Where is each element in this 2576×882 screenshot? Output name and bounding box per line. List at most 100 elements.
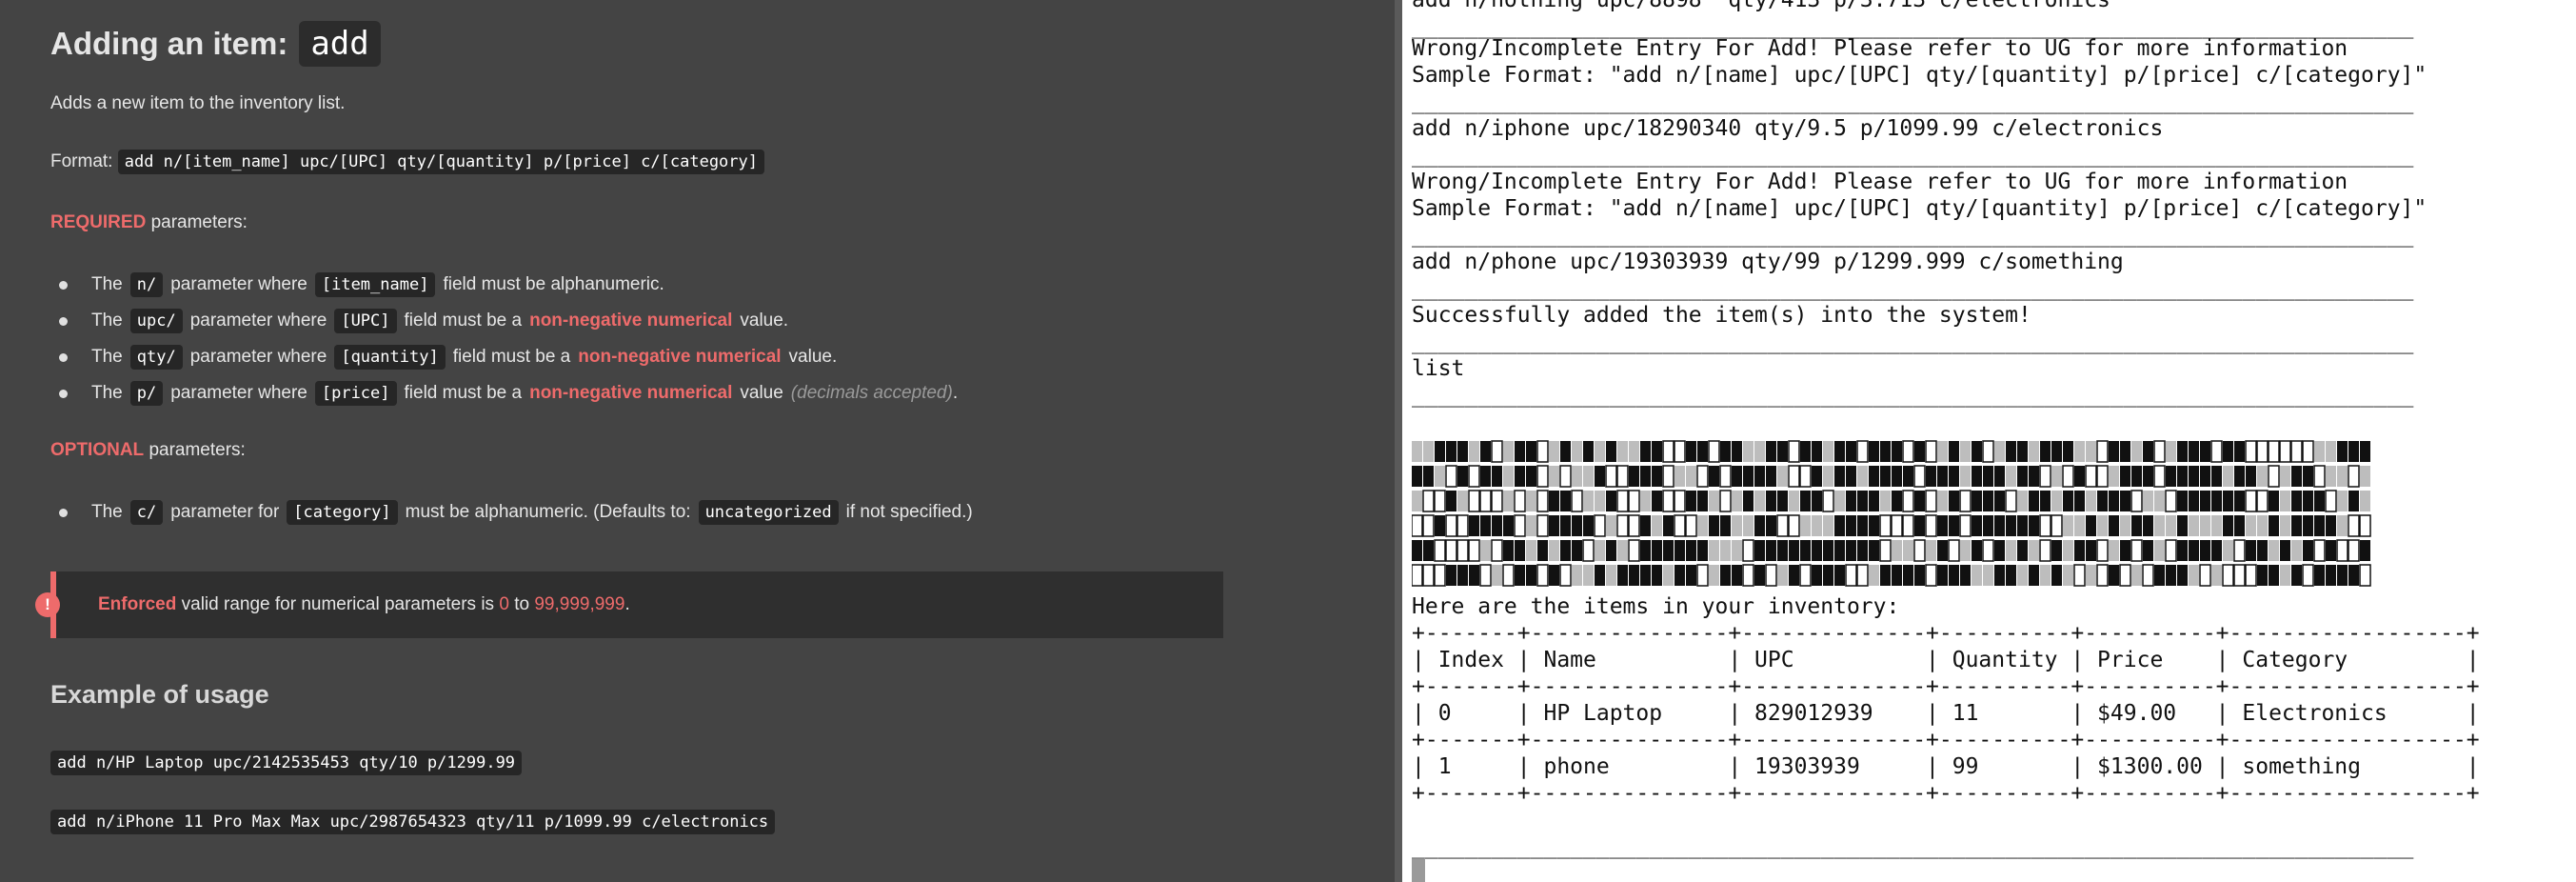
banner-block <box>2166 565 2176 586</box>
banner-block <box>2086 491 2096 511</box>
banner-block <box>1492 466 1502 487</box>
banner-block <box>1834 565 1845 586</box>
banner-block <box>2017 441 2028 462</box>
banner-block <box>1595 491 1605 511</box>
banner-block <box>2257 466 2268 487</box>
banner-block <box>1972 565 1982 586</box>
banner-block <box>2029 540 2039 561</box>
banner-block <box>1743 441 1754 462</box>
banner-block <box>1697 540 1708 561</box>
banner-block <box>1879 514 1892 537</box>
banner-block <box>2314 565 2325 586</box>
banner-block <box>1536 514 1549 537</box>
banner-block <box>1629 565 1639 586</box>
banner-block <box>1972 515 1982 536</box>
banner-block <box>2268 440 2280 463</box>
banner-block <box>2337 441 2348 462</box>
banner-block <box>2143 540 2153 561</box>
banner-block <box>2130 539 2143 562</box>
banner-block <box>1606 565 1616 586</box>
banner-block <box>1789 491 1799 511</box>
item-text: . <box>952 383 959 403</box>
banner-block <box>2039 514 2051 537</box>
banner-block <box>1435 466 1445 487</box>
banner-block <box>2223 515 2233 536</box>
banner-block <box>1412 466 1422 487</box>
banner-block <box>2313 465 2326 488</box>
banner-block <box>2096 465 2109 488</box>
banner-block <box>1972 441 1982 462</box>
banner-block <box>1560 540 1571 561</box>
banner-block <box>1914 515 1925 536</box>
banner-block <box>1799 564 1812 587</box>
banner-block <box>2177 466 2188 487</box>
banner-block <box>1914 491 1925 511</box>
item-text: The <box>91 311 123 331</box>
banner-block <box>1571 490 1583 512</box>
banner-block <box>1583 491 1594 511</box>
banner-block <box>1560 515 1571 536</box>
item-text: parameter where <box>170 383 307 403</box>
banner-block <box>1994 515 2005 536</box>
banner-block <box>2097 491 2108 511</box>
format-line: Format: add n/[item_name] upc/[UPC] qty/… <box>50 150 765 174</box>
banner-block <box>1834 441 1845 462</box>
banner-block <box>2359 564 2371 587</box>
banner-block <box>2074 441 2085 462</box>
banner-block <box>2086 565 2096 586</box>
banner-block <box>2360 441 2370 462</box>
banner-block <box>2166 466 2176 487</box>
item-text: The <box>91 383 123 403</box>
example-2: add n/iPhone 11 Pro Max Max upc/29876543… <box>50 810 776 834</box>
banner-block <box>1595 441 1605 462</box>
terminal-line: Wrong/Incomplete Entry For Add! Please r… <box>1412 36 2348 61</box>
pane-divider[interactable] <box>1395 0 1402 882</box>
banner-block <box>1479 490 1492 512</box>
banner-block <box>1595 540 1605 561</box>
banner-block <box>2291 565 2302 586</box>
banner-block <box>2211 515 2222 536</box>
banner-block <box>2326 441 2336 462</box>
banner-block <box>1857 466 1868 487</box>
banner-block <box>1719 465 1732 488</box>
banner-block <box>2063 515 2073 536</box>
banner-block <box>1914 565 1925 586</box>
banner-block <box>1640 466 1651 487</box>
banner-block <box>1903 540 1913 561</box>
banner-block <box>1469 565 1479 586</box>
banner-block <box>1515 466 1525 487</box>
banner-block <box>1754 515 1765 536</box>
banner-block <box>1526 565 1536 586</box>
banner-block <box>1629 466 1639 487</box>
banner-block <box>2326 565 2336 586</box>
banner-block <box>1515 540 1525 561</box>
banner-block <box>2223 466 2233 487</box>
terminal-pane[interactable]: add n/nothing upc/8898 qty/413 p/3.713 c… <box>1402 0 2576 882</box>
banner-block <box>1652 466 1662 487</box>
banner-block <box>2348 441 2359 462</box>
banner-block <box>1629 441 1639 462</box>
banner-block <box>1572 540 1582 561</box>
banner-block <box>1446 441 1456 462</box>
banner-block <box>2154 515 2165 536</box>
enforced-range-callout: ! Enforced valid range for numerical par… <box>35 571 1223 638</box>
banner-block <box>1491 539 1503 562</box>
banner-block <box>1891 514 1903 537</box>
banner-block <box>1903 565 1913 586</box>
highlight-text: non-negative numerical <box>578 347 782 367</box>
banner-block <box>2303 515 2313 536</box>
banner-block <box>2062 465 2074 488</box>
banner-block <box>2142 564 2154 587</box>
banner-block <box>2325 490 2337 512</box>
banner-block <box>1616 514 1629 537</box>
banner-block <box>1776 514 1789 537</box>
banner-block <box>1709 466 1719 487</box>
banner-block <box>2074 515 2085 536</box>
banner-block <box>2200 491 2210 511</box>
banner-block <box>1456 539 1469 562</box>
banner-block <box>2074 540 2085 561</box>
banner-block <box>1536 440 1549 463</box>
banner-block <box>1652 565 1662 586</box>
banner-block <box>1856 564 1869 587</box>
example-1: add n/HP Laptop upc/2142535453 qty/10 p/… <box>50 751 523 775</box>
